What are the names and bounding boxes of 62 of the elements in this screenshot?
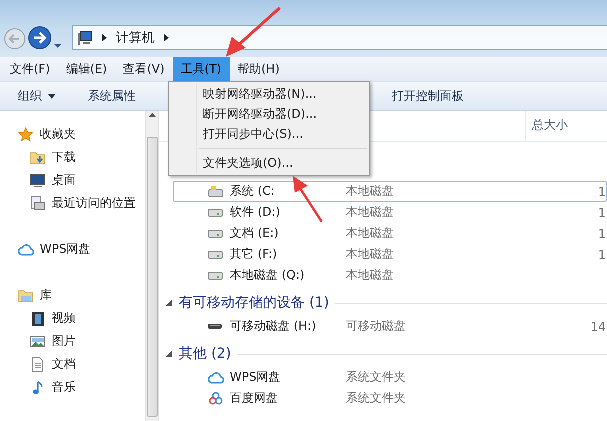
- drive-row[interactable]: 其它 (F:) 本地磁盘 1: [173, 244, 607, 265]
- chevron-icon: [163, 34, 170, 42]
- menu-item[interactable]: 查看(V): [115, 57, 173, 81]
- film-icon: [30, 310, 46, 326]
- menu-item[interactable]: 文件(F): [2, 57, 58, 81]
- download-folder-icon: [30, 150, 46, 166]
- sidebar-item[interactable]: 视频: [0, 307, 145, 330]
- drive-row[interactable]: WPS网盘 系统文件夹: [173, 367, 607, 388]
- group-header[interactable]: 其他 (2): [159, 341, 607, 367]
- menu-option[interactable]: 断开网络驱动器(D)...: [169, 104, 369, 124]
- breadcrumb-link[interactable]: 计算机: [116, 28, 155, 46]
- drive-row[interactable]: 系统 (C: 本地磁盘 1: [173, 181, 607, 202]
- cloud-icon: [208, 370, 224, 386]
- column-header[interactable]: 总大小: [525, 111, 607, 141]
- drive-icon: [208, 230, 223, 238]
- sidebar-item[interactable]: WPS网盘: [0, 238, 145, 261]
- expand-triangle-icon[interactable]: [165, 350, 173, 358]
- dropdown-caret-icon: [54, 42, 62, 50]
- chevron-icon: [101, 34, 108, 42]
- toolbar-button[interactable]: 系统属性: [78, 88, 146, 104]
- caret-icon: [48, 92, 56, 100]
- address-bar[interactable]: 计算机: [72, 25, 607, 50]
- cloud-icon: [18, 242, 34, 258]
- annotation-arrow: [226, 6, 281, 57]
- document-icon: [30, 356, 46, 372]
- removable-drive-icon: [208, 324, 222, 329]
- toolbar-button[interactable]: 打开控制面板: [382, 88, 474, 104]
- drive-row[interactable]: 本地磁盘 (Q:) 本地磁盘: [173, 265, 607, 286]
- drive-row[interactable]: 可移动磁盘 (H:) 可移动磁盘 14: [173, 316, 607, 337]
- menu-item[interactable]: 帮助(H): [230, 57, 288, 81]
- scrollbar[interactable]: [145, 111, 159, 421]
- system-drive-icon: [208, 184, 224, 200]
- computer-icon: [77, 30, 93, 46]
- sidebar-item[interactable]: 库: [0, 284, 145, 307]
- expand-triangle-icon[interactable]: [165, 299, 173, 307]
- sidebar-item[interactable]: 图片: [0, 330, 145, 353]
- scroll-up-arrow-icon: [148, 111, 156, 119]
- sidebar-item[interactable]: 最近访问的位置: [0, 192, 145, 215]
- sidebar-item[interactable]: 收藏夹: [0, 123, 145, 146]
- library-folder-icon: [18, 288, 34, 304]
- drive-icon: [208, 250, 223, 258]
- drive-icon: [208, 208, 223, 216]
- menu-item[interactable]: 工具(T): [172, 57, 230, 81]
- drive-row[interactable]: 文档 (E:) 本地磁盘 1: [173, 223, 607, 244]
- cloud-rings-icon: [208, 390, 224, 406]
- sidebar-item[interactable]: 桌面: [0, 169, 145, 192]
- menu-option[interactable]: 文件夹选项(O)...: [169, 153, 369, 173]
- drive-row[interactable]: 软件 (D:) 本地磁盘 1: [173, 202, 607, 223]
- picture-icon: [30, 334, 46, 350]
- sidebar-item[interactable]: 下载: [0, 146, 145, 169]
- monitor-icon: [30, 172, 46, 188]
- menu-item[interactable]: 编辑(E): [58, 57, 116, 81]
- annotation-arrow: [293, 176, 324, 223]
- group-header[interactable]: 有可移动存储的设备 (1): [159, 290, 607, 316]
- menu-option[interactable]: 打开同步中心(S)...: [169, 124, 369, 144]
- drive-row[interactable]: 百度网盘 系统文件夹: [173, 388, 607, 409]
- sidebar-item[interactable]: 音乐: [0, 376, 145, 399]
- sidebar-item[interactable]: 文档: [0, 353, 145, 376]
- toolbar-button[interactable]: 组织: [8, 88, 66, 104]
- star-icon: [18, 126, 34, 142]
- menu-option[interactable]: 映射网络驱动器(N)...: [169, 84, 369, 104]
- drive-icon: [208, 272, 223, 280]
